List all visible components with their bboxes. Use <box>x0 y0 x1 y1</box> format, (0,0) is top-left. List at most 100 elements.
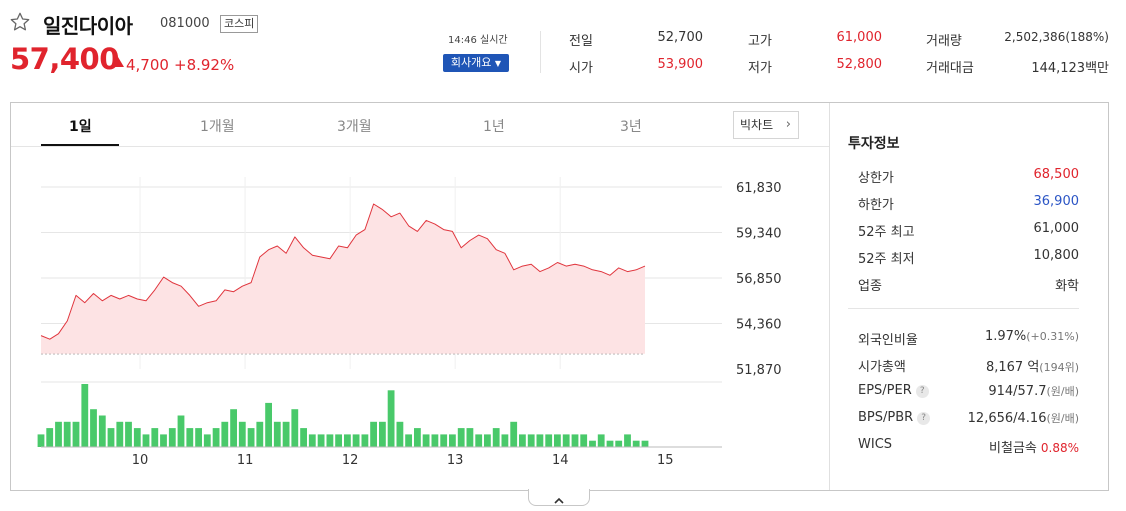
volume-bar <box>571 434 579 447</box>
chevron-up-icon <box>554 497 564 504</box>
volume-bar <box>361 434 369 447</box>
invest-row: 52주 최저 10,800 <box>858 248 1080 267</box>
invest-row-label: 시가총액 <box>858 356 906 375</box>
quote-value-prev: 52,700 <box>657 30 704 45</box>
volume-bar <box>510 421 518 447</box>
volume-bar <box>90 409 97 447</box>
invest-row-value-text: 8,167 억 <box>985 360 1040 375</box>
volume-bar <box>580 434 588 447</box>
volume-bar <box>370 421 377 447</box>
invest-row-label-text: WICS <box>858 437 893 452</box>
volume-bar <box>256 421 264 447</box>
volume-bar <box>396 421 404 447</box>
up-arrow-icon <box>112 57 124 67</box>
x-tick-label: 12 <box>342 453 359 468</box>
quote-value-high: 61,000 <box>836 30 883 45</box>
invest-row: 하한가 36,900 <box>858 194 1080 213</box>
y-tick-label: 56,850 <box>736 272 782 287</box>
volume-bar <box>457 428 465 447</box>
invest-row: 52주 최고 61,000 <box>858 221 1079 240</box>
y-tick-label: 51,870 <box>736 363 782 378</box>
quote-label-amount: 거래대금 <box>926 61 974 76</box>
invest-info-title: 투자정보 <box>848 136 900 152</box>
volume-bar <box>536 434 544 447</box>
volume-bar <box>195 428 202 447</box>
invest-row: 외국인비율 1.97%(+0.31%) <box>858 329 1079 348</box>
volume-bar <box>98 415 106 447</box>
volume-bar <box>431 434 439 447</box>
quote-label-volume: 거래량 <box>926 34 962 49</box>
quote-label-high: 고가 <box>748 34 772 49</box>
volume-bar <box>125 421 132 447</box>
chart-panel: 1일 1개월 3개월 1년 3년 빅차트 › 61,830 59,340 56,85… <box>10 102 1109 491</box>
tab-3year[interactable]: 3년 <box>620 116 642 136</box>
volume-bar <box>387 390 395 447</box>
favorite-star-icon[interactable] <box>9 11 31 33</box>
x-tick-label: 11 <box>237 453 254 468</box>
invest-row-value-text: 1.97% <box>984 329 1027 344</box>
price-change-percent: +8.92% <box>174 56 235 74</box>
volume-bar <box>466 428 474 447</box>
invest-row-value: 36,900 <box>1033 194 1080 209</box>
tab-1day[interactable]: 1일 <box>69 116 92 136</box>
volume-bar <box>300 428 307 447</box>
volume-bar <box>519 434 526 447</box>
intraday-chart[interactable]: 61,830 59,340 56,850 54,360 51,870 10 11 12 13 14… <box>11 147 829 490</box>
tab-1month[interactable]: 1개월 <box>200 116 235 136</box>
volume-bar <box>247 428 255 447</box>
big-chart-button[interactable]: 빅차트 › <box>733 111 799 139</box>
collapse-chart-button[interactable] <box>528 489 590 506</box>
volume-bar <box>212 428 220 447</box>
help-icon[interactable]: ? <box>917 412 931 425</box>
invest-row-label: 하한가 <box>858 198 894 213</box>
invest-row-value: 12,656/4.16(원/배) <box>968 410 1079 426</box>
header-divider <box>540 31 541 73</box>
invest-row-value: 10,800 <box>1033 248 1080 263</box>
chart-area: 1일 1개월 3개월 1년 3년 빅차트 › 61,830 59,340 56,85… <box>11 103 829 490</box>
active-tab-indicator <box>41 144 119 146</box>
invest-row-sub: 0.88% <box>1040 441 1079 455</box>
invest-row-value: 914/57.7(원/배) <box>988 383 1079 399</box>
volume-bar <box>282 421 290 447</box>
volume-bar <box>352 434 360 447</box>
volume-bar <box>624 434 631 447</box>
volume-bar <box>344 434 351 447</box>
company-overview-label: 회사개요 <box>450 56 492 69</box>
y-tick-label: 54,360 <box>736 318 782 333</box>
volume-bar <box>273 421 281 447</box>
company-overview-button[interactable]: 회사개요 ▼ <box>443 54 509 72</box>
volume-bar <box>265 402 272 447</box>
invest-row-label: 외국인비율 <box>858 329 918 348</box>
volume-bar <box>37 434 45 447</box>
x-tick-label: 15 <box>657 453 674 468</box>
tab-1year[interactable]: 1년 <box>483 116 505 136</box>
invest-row-sub: (원/배) <box>1046 385 1079 398</box>
chevron-right-icon: › <box>785 117 791 132</box>
volume-bar <box>597 434 605 447</box>
quote-label-open: 시가 <box>569 61 593 76</box>
volume-bar <box>308 434 316 447</box>
invest-row-label-text: BPS/PBR <box>858 410 914 425</box>
invest-row-label: 52주 최저 <box>858 252 915 267</box>
volume-bar <box>168 428 176 447</box>
volume-bar <box>133 428 141 447</box>
volume-bar <box>160 434 167 447</box>
invest-row-label: EPS/PER? <box>858 383 929 398</box>
y-tick-label: 61,830 <box>736 181 782 196</box>
invest-row-label: 상한가 <box>858 171 894 186</box>
volume-bar <box>230 409 237 447</box>
price-area <box>41 204 645 354</box>
volume-bar <box>151 428 159 447</box>
invest-row-value: 68,500 <box>1033 167 1080 182</box>
x-tick-label: 14 <box>552 453 569 468</box>
help-icon[interactable]: ? <box>915 385 929 398</box>
tab-3month[interactable]: 3개월 <box>337 116 372 136</box>
invest-row: WICS 비철금속 0.88% <box>858 437 1079 456</box>
invest-row-sub: (194위) <box>1039 361 1079 374</box>
invest-row-value: 8,167 억(194위) <box>986 356 1079 375</box>
quote-label-low: 저가 <box>748 61 772 76</box>
volume-bar <box>414 428 421 447</box>
invest-row-label: BPS/PBR? <box>858 410 931 425</box>
invest-row-label: 52주 최고 <box>858 225 915 240</box>
volume-bar <box>422 434 430 447</box>
